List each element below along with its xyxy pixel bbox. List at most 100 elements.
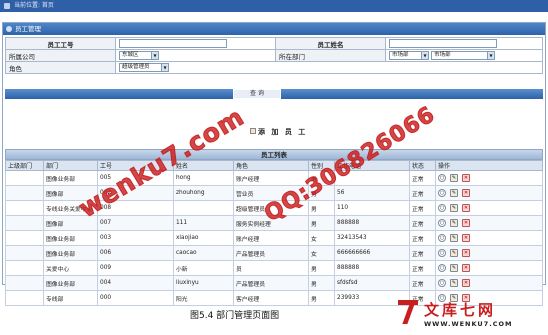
emp-name-input[interactable] [389, 39, 497, 48]
magnifier-icon[interactable]: ○ [438, 174, 446, 182]
cell-dept: 图像业务部 [43, 275, 98, 291]
pencil-icon[interactable]: ✎ [450, 189, 458, 197]
delete-icon[interactable]: ✕ [462, 189, 470, 197]
cell-parent-dept [5, 260, 44, 276]
magnifier-icon[interactable]: ○ [438, 189, 446, 197]
cell-name: 阳光 [173, 290, 234, 306]
col-parent-dept: 上级部门 [5, 160, 44, 171]
table-row: 关爱中心 009 小新员男 888888 正常 ○ ✎ ✕ [5, 260, 543, 276]
cell-gender: 男 [308, 260, 335, 276]
cell-status: 正常 [409, 245, 436, 261]
site-logo: 文库七网 WWW.WENKU7.COM [396, 298, 544, 332]
cell-phone: 666666666 [334, 245, 410, 261]
employee-list-title: 员工列表 [5, 149, 543, 160]
cell-name: caocao [173, 245, 234, 261]
emp-name-label: 员工姓名 [275, 37, 386, 50]
search-button[interactable]: 查 询 [233, 89, 281, 99]
cell-gender: 男 [308, 215, 335, 231]
magnifier-icon[interactable]: ○ [438, 204, 446, 212]
chevron-down-icon: ▼ [151, 52, 158, 59]
cell-role: 员 [233, 260, 309, 276]
dept-select-2[interactable]: 市场部 ▼ [431, 51, 496, 60]
cell-name: zhouhong [173, 185, 234, 201]
cell-phone: 56 [334, 185, 410, 201]
cell-gender: 女 [308, 230, 335, 246]
cell-ops: ○ ✎ ✕ [435, 245, 543, 261]
cell-dept: 图像业务部 [43, 245, 98, 261]
delete-icon[interactable]: ✕ [462, 234, 470, 242]
cell-ops: ○ ✎ ✕ [435, 200, 543, 216]
top-location-bar: 当前位置: 首页 [0, 0, 548, 12]
emp-no-input[interactable] [119, 39, 227, 48]
pencil-icon[interactable]: ✎ [450, 279, 458, 287]
delete-icon[interactable]: ✕ [462, 219, 470, 227]
cell-role: 产品管理员 [233, 275, 309, 291]
cell-phone: 32413543 [334, 230, 410, 246]
pencil-icon[interactable]: ✎ [450, 219, 458, 227]
pencil-icon[interactable]: ✎ [450, 174, 458, 182]
table-header-row: 上级部门 部门 工号 姓名 角色 性别 工作电话 状态 操作 [5, 160, 543, 171]
company-label: 所属公司 [5, 49, 116, 62]
cell-status: 正常 [409, 185, 436, 201]
delete-icon[interactable]: ✕ [462, 279, 470, 287]
pencil-icon[interactable]: ✎ [450, 264, 458, 272]
col-ops: 操作 [435, 160, 543, 171]
cell-role: 账户经理 [233, 230, 309, 246]
cell-dept: 图像业务部 [43, 230, 98, 246]
dept-select-1[interactable]: 市场部 ▼ [389, 51, 429, 60]
emp-no-label: 员工工号 [5, 37, 116, 50]
table-row: 图像业务部 004 liuxinyu 产品管理员男 sfdsfsd 正常 ○ ✎ ✕ [5, 275, 543, 291]
cell-gender: 男 [308, 275, 335, 291]
delete-icon[interactable]: ✕ [462, 204, 470, 212]
cell-emp-no: 004 [97, 275, 174, 291]
cell-status: 正常 [409, 230, 436, 246]
logo-name: 文库七网 [424, 301, 497, 319]
cell-emp-no: 000 [97, 290, 174, 306]
magnifier-icon[interactable]: ○ [438, 219, 446, 227]
col-role: 角色 [233, 160, 309, 171]
cell-parent-dept [5, 200, 44, 216]
cell-gender: 男 [308, 290, 335, 306]
figure-caption: 图5.4 部门管理页面图 [190, 311, 280, 321]
delete-icon[interactable]: ✕ [462, 174, 470, 182]
cell-phone: 888888 [334, 215, 410, 231]
cell-role: 产品管理员 [233, 245, 309, 261]
cell-gender: 男 [308, 200, 335, 216]
delete-icon[interactable]: ✕ [462, 264, 470, 272]
role-label: 角色 [5, 61, 116, 74]
magnifier-icon[interactable]: ○ [438, 249, 446, 257]
home-icon [4, 3, 10, 9]
cell-phone: 888888 [334, 260, 410, 276]
chevron-down-icon: ▼ [161, 64, 168, 71]
add-user-icon[interactable] [250, 128, 256, 134]
employee-management-panel: 员工管理 员工工号 员工姓名 所属公司 东城区 ▼ 所在部门 市场部 ▼ 市场部 ▼ … [2, 22, 546, 306]
cell-status: 正常 [409, 200, 436, 216]
chevron-down-icon: ▼ [487, 52, 495, 59]
cell-ops: ○ ✎ ✕ [435, 275, 543, 291]
pencil-icon[interactable]: ✎ [450, 234, 458, 242]
cell-emp-no: 007 [97, 215, 174, 231]
cell-dept: 专线部 [43, 290, 98, 306]
cell-status: 正常 [409, 275, 436, 291]
panel-title: 员工管理 [15, 25, 41, 33]
magnifier-icon[interactable]: ○ [438, 264, 446, 272]
pencil-icon[interactable]: ✎ [450, 249, 458, 257]
role-select[interactable]: 超级管理员 ▼ [119, 63, 169, 72]
panel-header: 员工管理 [3, 23, 545, 35]
magnifier-icon[interactable]: ○ [438, 234, 446, 242]
cell-parent-dept [5, 215, 44, 231]
pencil-icon[interactable]: ✎ [450, 204, 458, 212]
magnifier-icon[interactable]: ○ [438, 279, 446, 287]
search-form: 员工工号 员工姓名 所属公司 东城区 ▼ 所在部门 市场部 ▼ 市场部 ▼ 角色 超级… [5, 37, 543, 74]
cell-ops: ○ ✎ ✕ [435, 230, 543, 246]
add-employee-link[interactable]: 添 加 员 工 [258, 127, 307, 137]
cell-gender: 女 [308, 245, 335, 261]
cell-dept: 关爱中心 [43, 260, 98, 276]
cell-emp-no: 009 [97, 260, 174, 276]
cell-ops: ○ ✎ ✕ [435, 215, 543, 231]
logo-mark-icon [396, 298, 420, 324]
delete-icon[interactable]: ✕ [462, 249, 470, 257]
cell-parent-dept [5, 170, 44, 186]
cell-parent-dept [5, 275, 44, 291]
company-select[interactable]: 东城区 ▼ [119, 51, 159, 60]
